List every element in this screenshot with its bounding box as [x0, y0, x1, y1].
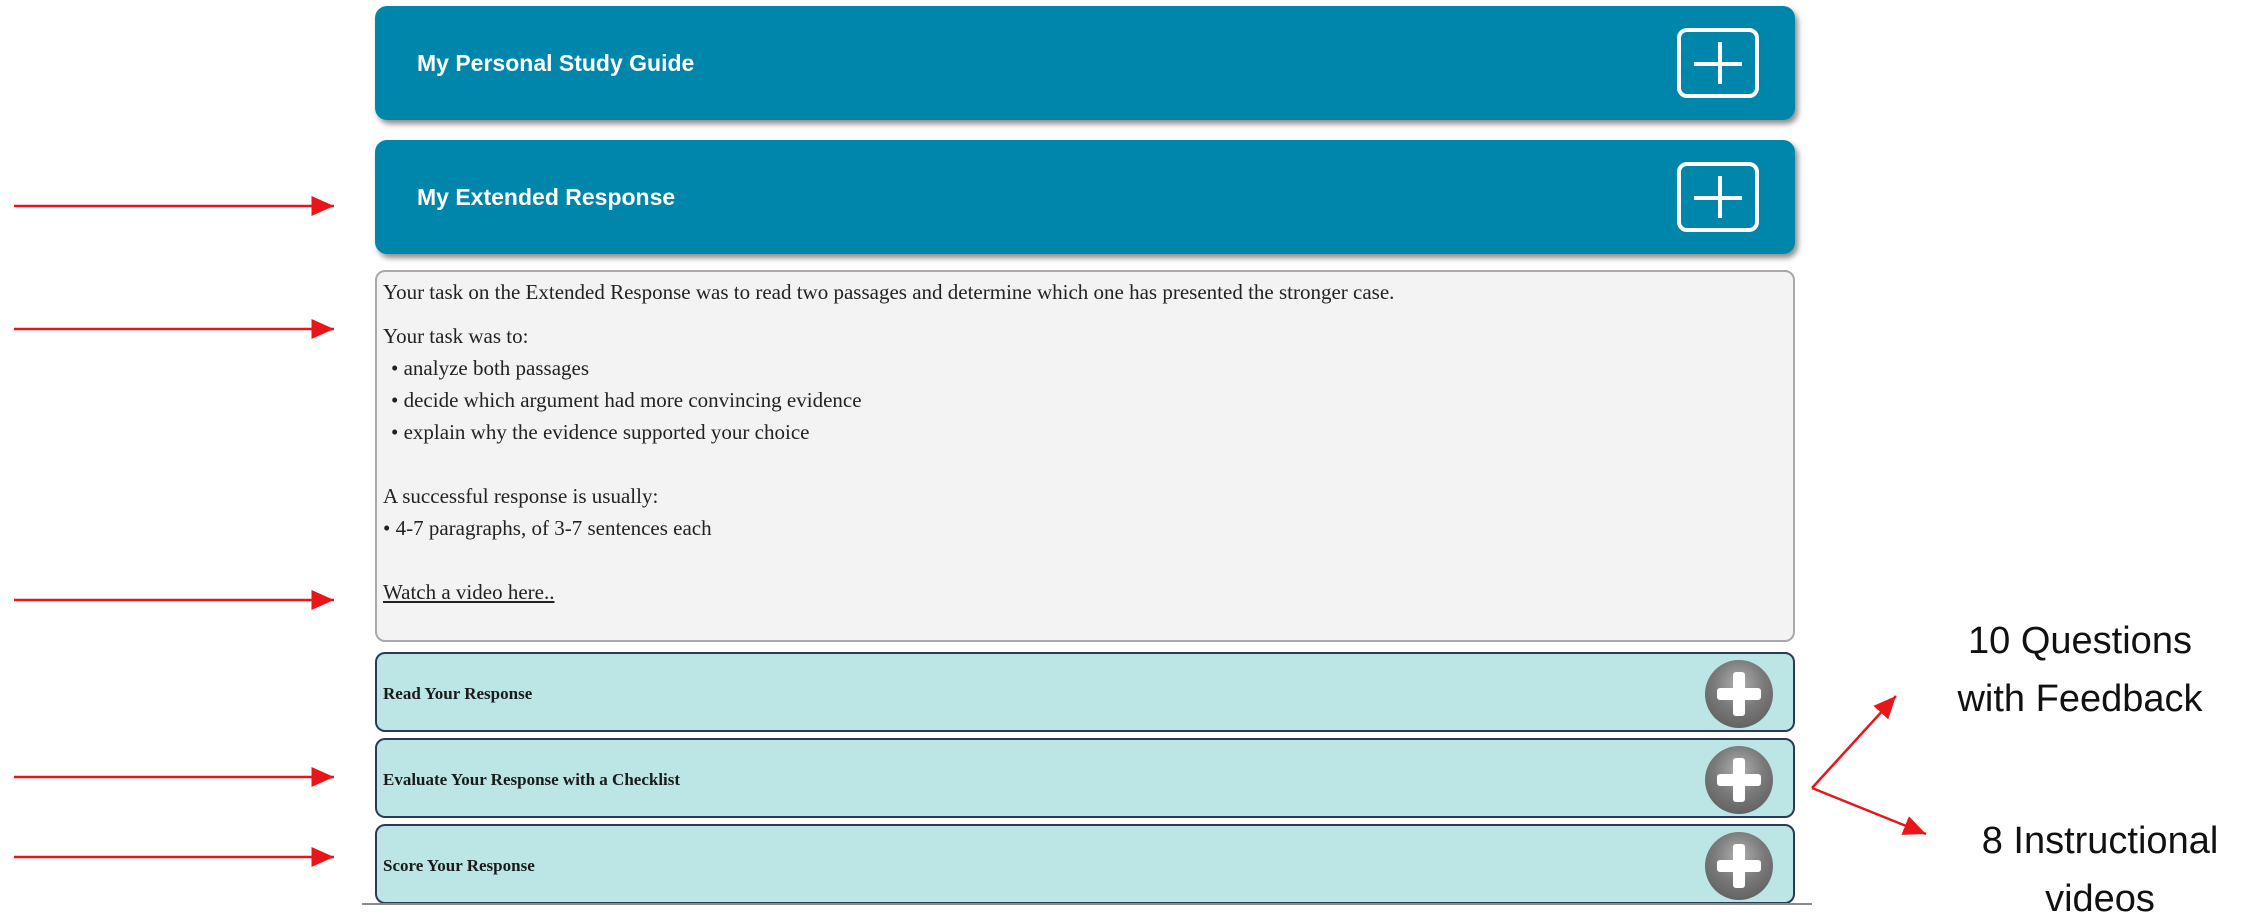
- task-item: • explain why the evidence supported you…: [391, 420, 810, 444]
- videos-note: 8 Instructional videos: [1940, 812, 2260, 913]
- arrow-to-videos: [1811, 786, 1927, 836]
- intro-text: Your task on the Extended Response was t…: [383, 280, 1395, 304]
- success-item: • 4-7 paragraphs, of 3-7 sentences each: [383, 516, 712, 540]
- extended-response-panel[interactable]: My Extended Response: [375, 140, 1795, 254]
- questions-note: 10 Questions with Feedback: [1930, 612, 2230, 728]
- questions-note-line: 10 Questions: [1968, 620, 2192, 662]
- study-guide-title: My Personal Study Guide: [417, 50, 695, 76]
- expand-plus-icon[interactable]: [1677, 28, 1759, 98]
- accordion-label: Evaluate Your Response with a Checklist: [383, 770, 681, 789]
- accordion-label: Score Your Response: [383, 856, 535, 875]
- read-response-accordion[interactable]: Read Your Response: [375, 652, 1795, 732]
- task-heading: Your task was to:: [383, 324, 529, 348]
- accordion-label: Read Your Response: [383, 684, 533, 703]
- task-item: • decide which argument had more convinc…: [391, 388, 862, 412]
- videos-note-line: videos: [2045, 878, 2155, 913]
- questions-note-line: with Feedback: [1957, 678, 2203, 720]
- evaluate-checklist-accordion[interactable]: Evaluate Your Response with a Checklist: [375, 738, 1795, 818]
- expand-plus-icon[interactable]: [1677, 162, 1759, 232]
- watch-video-link[interactable]: Watch a video here..: [383, 580, 554, 604]
- task-item: • analyze both passages: [391, 356, 590, 380]
- extended-response-content: Your task on the Extended Response was t…: [375, 270, 1795, 642]
- success-heading: A successful response is usually:: [383, 484, 659, 508]
- extended-response-title: My Extended Response: [417, 184, 676, 210]
- arrow-to-questions: [1811, 695, 1897, 789]
- plus-circle-icon[interactable]: [1705, 660, 1773, 728]
- plus-circle-icon[interactable]: [1705, 832, 1773, 900]
- bottom-divider: [362, 903, 1812, 905]
- plus-circle-icon[interactable]: [1705, 746, 1773, 814]
- videos-note-line: 8 Instructional: [1981, 820, 2219, 862]
- watch-video-line: Watch a video here..: [383, 580, 554, 605]
- study-guide-panel[interactable]: My Personal Study Guide: [375, 6, 1795, 120]
- score-response-accordion[interactable]: Score Your Response: [375, 824, 1795, 904]
